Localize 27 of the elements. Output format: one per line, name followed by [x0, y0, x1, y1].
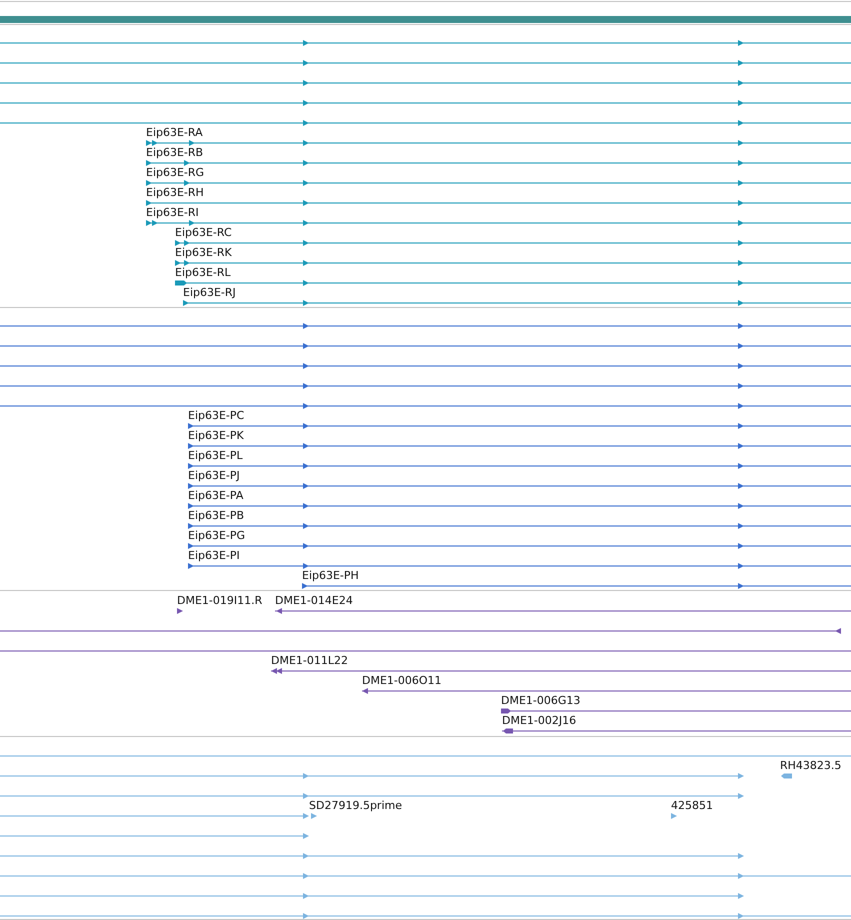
feature-label: DME1-006G13 — [501, 695, 580, 707]
feature-label: Eip63E-RI — [146, 207, 199, 219]
feature-label: Eip63E-PK — [188, 430, 244, 442]
feature-label: Eip63E-PB — [188, 510, 244, 522]
feature-label: Eip63E-PA — [188, 490, 244, 502]
feature-label: DME1-019I11.R — [177, 595, 262, 607]
feature-label: DME1-014E24 — [275, 595, 353, 607]
feature-label: Eip63E-RA — [146, 127, 203, 139]
feature-label: Eip63E-RL — [175, 267, 231, 279]
feature-label: Eip63E-RJ — [183, 287, 236, 299]
feature-label: Eip63E-RC — [175, 227, 232, 239]
feature-label: DME1-011L22 — [271, 655, 348, 667]
feature-label: DME1-002J16 — [502, 715, 576, 727]
feature-label: Eip63E-RG — [146, 167, 204, 179]
feature-label: Eip63E-RK — [175, 247, 232, 259]
feature-label: Eip63E-RH — [146, 187, 204, 199]
feature-label: Eip63E-PC — [188, 410, 244, 422]
feature-label: SD27919.5prime — [309, 800, 402, 812]
feature-label: Eip63E-PG — [188, 530, 246, 542]
feature-label: Eip63E-PI — [188, 550, 240, 562]
feature-label: Eip63E-PL — [188, 450, 243, 462]
feature-label: 425851 — [671, 800, 713, 812]
feature-label: Eip63E-RB — [146, 147, 204, 159]
feature-label: RH43823.5 — [780, 760, 842, 772]
feature-label: Eip63E-PJ — [188, 470, 240, 482]
feature-label: DME1-006O11 — [362, 675, 442, 687]
feature-label: Eip63E-PH — [302, 570, 359, 582]
